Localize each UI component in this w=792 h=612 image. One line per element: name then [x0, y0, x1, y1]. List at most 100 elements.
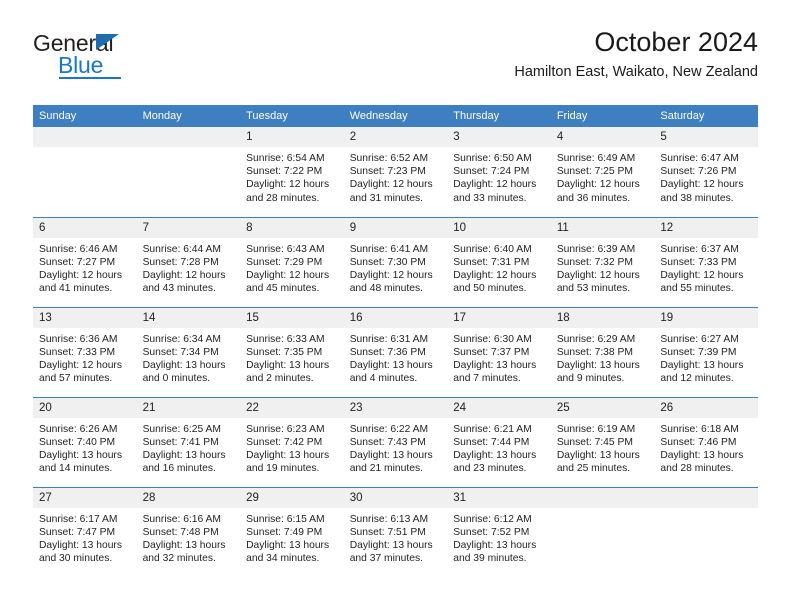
day-number — [550, 487, 655, 508]
day-details: Sunrise: 6:40 AM Sunset: 7:31 PM Daylight:… — [447, 238, 551, 296]
calendar-day-cell[interactable]: 13 Sunrise: 6:36 AM Sunset: 7:33 PM Dayligh… — [33, 306, 137, 397]
day-detail-line: Sunset: 7:48 PM — [142, 526, 219, 538]
calendar-day-cell-empty — [33, 127, 137, 217]
day-detail-line: Sunrise: 6:22 AM — [349, 423, 429, 435]
day-number: 20 — [33, 397, 137, 418]
calendar-week-row: 13 Sunrise: 6:36 AM Sunset: 7:33 PM Dayligh… — [33, 306, 758, 397]
calendar-day-cell[interactable]: 29 Sunrise: 6:15 AM Sunset: 7:49 PM Dayligh… — [240, 486, 344, 577]
day-detail-line: Sunrise: 6:27 AM — [660, 333, 739, 345]
calendar-day-cell[interactable]: 12 Sunrise: 6:37 AM Sunset: 7:33 PM Dayligh… — [654, 216, 758, 307]
day-detail-line: Sunrise: 6:15 AM — [246, 513, 325, 525]
calendar-day-cell[interactable]: 25 Sunrise: 6:19 AM Sunset: 7:45 PM Dayligh… — [550, 396, 655, 487]
day-detail-line: Sunset: 7:34 PM — [142, 346, 219, 358]
calendar-day-cell[interactable]: 21 Sunrise: 6:25 AM Sunset: 7:41 PM Dayligh… — [136, 396, 241, 487]
calendar-day-cell[interactable]: 22 Sunrise: 6:23 AM Sunset: 7:42 PM Dayligh… — [240, 396, 344, 487]
day-detail-line: and 2 minutes. — [246, 373, 314, 385]
calendar-day-cell[interactable]: 26 Sunrise: 6:18 AM Sunset: 7:46 PM Dayligh… — [654, 396, 758, 487]
calendar-day-cell-empty — [136, 127, 241, 217]
day-number: 23 — [343, 397, 448, 418]
day-number: 6 — [33, 217, 137, 238]
calendar-day-cell[interactable]: 28 Sunrise: 6:16 AM Sunset: 7:48 PM Dayligh… — [136, 486, 241, 577]
day-detail-line: Daylight: 12 hours — [246, 269, 330, 281]
day-detail-line: Sunrise: 6:37 AM — [660, 243, 739, 255]
calendar-day-cell[interactable]: 17 Sunrise: 6:30 AM Sunset: 7:37 PM Dayligh… — [447, 306, 551, 397]
calendar-day-cell-empty — [654, 486, 758, 577]
day-detail-line: Sunset: 7:35 PM — [246, 346, 323, 358]
day-number — [654, 487, 758, 508]
calendar-table: Sunday Monday Tuesday Wednesday Thursday Frid… — [33, 105, 758, 577]
day-number: 2 — [343, 127, 448, 147]
day-detail-line: Sunset: 7:33 PM — [660, 256, 737, 268]
calendar-day-cell[interactable]: 23 Sunrise: 6:22 AM Sunset: 7:43 PM Dayligh… — [343, 396, 448, 487]
day-number: 28 — [136, 487, 241, 508]
calendar-day-cell[interactable]: 14 Sunrise: 6:34 AM Sunset: 7:34 PM Dayligh… — [136, 306, 241, 397]
day-details: Sunrise: 6:19 AM Sunset: 7:45 PM Daylight:… — [551, 418, 655, 476]
calendar-day-cell[interactable]: 20 Sunrise: 6:26 AM Sunset: 7:40 PM Dayligh… — [33, 396, 137, 487]
day-details: Sunrise: 6:46 AM Sunset: 7:27 PM Daylight:… — [33, 238, 137, 296]
day-number: 13 — [33, 307, 137, 328]
location-subtitle: Hamilton East, Waikato, New Zealand — [514, 64, 758, 80]
day-detail-line: Sunrise: 6:21 AM — [453, 423, 532, 435]
weekday-header-monday: Monday — [136, 105, 241, 127]
day-details: Sunrise: 6:25 AM Sunset: 7:41 PM Daylight:… — [137, 418, 241, 476]
day-detail-line: Sunrise: 6:43 AM — [246, 243, 325, 255]
day-detail-line: Sunrise: 6:36 AM — [39, 333, 118, 345]
calendar-day-cell[interactable]: 10 Sunrise: 6:40 AM Sunset: 7:31 PM Dayligh… — [447, 216, 551, 307]
day-number — [33, 127, 137, 147]
calendar-day-cell[interactable]: 15 Sunrise: 6:33 AM Sunset: 7:35 PM Dayligh… — [240, 306, 344, 397]
day-detail-line: Daylight: 13 hours — [349, 359, 433, 371]
day-detail-line: Sunrise: 6:29 AM — [556, 333, 636, 345]
day-detail-line: Sunrise: 6:19 AM — [556, 423, 636, 435]
day-detail-line: Sunset: 7:43 PM — [349, 436, 426, 448]
day-detail-line: Daylight: 13 hours — [660, 359, 744, 371]
calendar-day-cell[interactable]: 3 Sunrise: 6:50 AM Sunset: 7:24 PM Daylight… — [447, 127, 551, 217]
calendar-week-row: 27 Sunrise: 6:17 AM Sunset: 7:47 PM Dayligh… — [33, 486, 758, 577]
day-detail-line: and 55 minutes. — [660, 283, 734, 295]
calendar-day-cell[interactable]: 27 Sunrise: 6:17 AM Sunset: 7:47 PM Dayligh… — [33, 486, 137, 577]
day-detail-line: Daylight: 12 hours — [246, 179, 330, 191]
calendar-day-cell[interactable]: 2 Sunrise: 6:52 AM Sunset: 7:23 PM Daylight… — [343, 127, 448, 217]
day-detail-line: Daylight: 12 hours — [660, 179, 744, 191]
day-number: 27 — [33, 487, 137, 508]
day-detail-line: and 25 minutes. — [556, 463, 631, 475]
calendar-day-cell[interactable]: 7 Sunrise: 6:44 AM Sunset: 7:28 PM Daylight… — [136, 216, 241, 307]
day-details: Sunrise: 6:39 AM Sunset: 7:32 PM Daylight:… — [551, 238, 655, 296]
calendar-day-cell[interactable]: 9 Sunrise: 6:41 AM Sunset: 7:30 PM Daylight… — [343, 216, 448, 307]
day-detail-line: and 38 minutes. — [660, 192, 734, 204]
calendar-day-cell[interactable]: 8 Sunrise: 6:43 AM Sunset: 7:29 PM Daylight… — [240, 216, 344, 307]
day-detail-line: Sunset: 7:23 PM — [349, 166, 426, 178]
calendar-day-cell[interactable]: 1 Sunrise: 6:54 AM Sunset: 7:22 PM Daylight… — [240, 127, 344, 217]
calendar-day-cell[interactable]: 30 Sunrise: 6:13 AM Sunset: 7:51 PM Dayligh… — [343, 486, 448, 577]
day-details: Sunrise: 6:34 AM Sunset: 7:34 PM Daylight:… — [137, 328, 241, 386]
calendar-day-cell[interactable]: 24 Sunrise: 6:21 AM Sunset: 7:44 PM Dayligh… — [447, 396, 551, 487]
day-details: Sunrise: 6:18 AM Sunset: 7:46 PM Daylight:… — [654, 418, 758, 476]
calendar-body: 1 Sunrise: 6:54 AM Sunset: 7:22 PM Daylight… — [33, 127, 758, 577]
day-detail-line: and 45 minutes. — [246, 283, 320, 295]
calendar-day-cell[interactable]: 31 Sunrise: 6:12 AM Sunset: 7:52 PM Dayligh… — [447, 486, 551, 577]
calendar-day-cell[interactable]: 11 Sunrise: 6:39 AM Sunset: 7:32 PM Dayligh… — [550, 216, 655, 307]
day-detail-line: Daylight: 13 hours — [142, 359, 226, 371]
day-detail-line: Daylight: 13 hours — [453, 359, 537, 371]
calendar-day-cell[interactable]: 18 Sunrise: 6:29 AM Sunset: 7:38 PM Dayligh… — [550, 306, 655, 397]
calendar-day-cell[interactable]: 4 Sunrise: 6:49 AM Sunset: 7:25 PM Daylight… — [550, 127, 655, 217]
day-number: 24 — [447, 397, 551, 418]
day-detail-line: Daylight: 13 hours — [453, 449, 537, 461]
logo-underline — [59, 77, 121, 79]
day-detail-line: and 0 minutes. — [142, 373, 211, 385]
day-detail-line: Daylight: 12 hours — [556, 179, 640, 191]
day-detail-line: Sunrise: 6:52 AM — [349, 153, 429, 164]
day-detail-line: and 21 minutes. — [349, 463, 423, 475]
day-detail-line: Daylight: 13 hours — [349, 449, 433, 461]
day-details: Sunrise: 6:23 AM Sunset: 7:42 PM Daylight:… — [240, 418, 344, 476]
weekday-header-saturday: Saturday — [654, 105, 758, 127]
day-detail-line: Daylight: 12 hours — [349, 269, 433, 281]
day-details: Sunrise: 6:52 AM Sunset: 7:23 PM Daylight:… — [344, 147, 448, 205]
weekday-header-tuesday: Tuesday — [240, 105, 344, 127]
calendar-day-cell[interactable]: 19 Sunrise: 6:27 AM Sunset: 7:39 PM Dayligh… — [654, 306, 758, 397]
calendar-day-cell[interactable]: 16 Sunrise: 6:31 AM Sunset: 7:36 PM Dayligh… — [343, 306, 448, 397]
day-detail-line: Sunrise: 6:30 AM — [453, 333, 532, 345]
calendar-day-cell[interactable]: 6 Sunrise: 6:46 AM Sunset: 7:27 PM Daylight… — [33, 216, 137, 307]
day-detail-line: Sunrise: 6:44 AM — [142, 243, 221, 255]
calendar-day-cell[interactable]: 5 Sunrise: 6:47 AM Sunset: 7:26 PM Daylight… — [654, 127, 758, 217]
day-detail-line: Daylight: 12 hours — [453, 269, 537, 281]
